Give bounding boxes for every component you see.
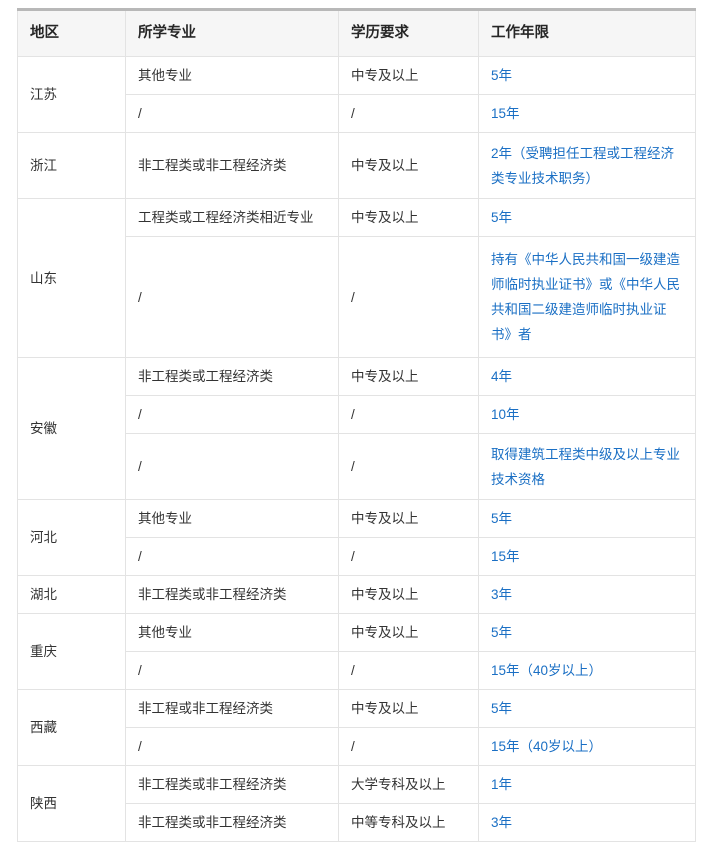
region-cell: 江苏 (17, 56, 126, 133)
region-cell: 山东 (17, 198, 126, 358)
table-row: 浙江 非工程类或非工程经济类 中专及以上 2年（受聘担任工程或工程经济类专业技术职务） (17, 132, 696, 199)
column-header-region: 地区 (17, 9, 126, 57)
region-cell: 陕西 (17, 765, 126, 842)
table-row: 安徽 非工程类或工程经济类 中专及以上 4年 (17, 357, 696, 500)
table-row: 山东 工程类或工程经济类相近专业 中专及以上 5年 (17, 198, 696, 358)
requirements-table: 地区 所学专业 学历要求 工作年限 江苏 其他专业 中专及以上 5年 //15年 浙江 非工… (17, 8, 696, 842)
major-cell: 工程类或工程经济类相近专业 (125, 198, 339, 237)
education-cell: / (338, 236, 479, 358)
region-cell: 浙江 (17, 132, 126, 199)
years-cell: 5年 (478, 56, 696, 95)
table-header: 地区 所学专业 学历要求 工作年限 (17, 9, 696, 57)
years-cell: 5年 (478, 689, 696, 728)
education-cell: 大学专科及以上 (338, 765, 479, 804)
years-cell: 15年（40岁以上） (478, 651, 696, 690)
region-cell: 安徽 (17, 357, 126, 500)
table-row: 江苏 其他专业 中专及以上 5年 (17, 56, 696, 133)
education-cell: 中专及以上 (338, 357, 479, 396)
major-cell: 非工程类或非工程经济类 (125, 575, 339, 614)
education-cell: / (338, 433, 479, 500)
page-root: 地区 所学专业 学历要求 工作年限 江苏 其他专业 中专及以上 5年 //15年 浙江 非工… (0, 0, 703, 847)
education-cell: 中专及以上 (338, 575, 479, 614)
major-cell: / (125, 433, 339, 500)
table-row: 湖北 非工程类或非工程经济类 中专及以上 3年 (17, 575, 696, 614)
years-cell: 5年 (478, 499, 696, 538)
table-row: 河北 其他专业 中专及以上 5年 (17, 499, 696, 576)
education-cell: / (338, 727, 479, 766)
major-cell: / (125, 395, 339, 434)
requirements-table-container: 地区 所学专业 学历要求 工作年限 江苏 其他专业 中专及以上 5年 //15年 浙江 非工… (17, 8, 696, 842)
major-cell: 非工程或非工程经济类 (125, 689, 339, 728)
major-cell: / (125, 236, 339, 358)
major-cell: 其他专业 (125, 613, 339, 652)
education-cell: 中专及以上 (338, 613, 479, 652)
years-cell: 10年 (478, 395, 696, 434)
table-body: 江苏 其他专业 中专及以上 5年 //15年 浙江 非工程类或非工程经济类 中专及以上 2年（受… (17, 56, 696, 842)
years-cell: 3年 (478, 803, 696, 842)
region-cell: 湖北 (17, 575, 126, 614)
major-cell: 其他专业 (125, 56, 339, 95)
education-cell: 中专及以上 (338, 56, 479, 95)
major-cell: / (125, 537, 339, 576)
major-cell: / (125, 727, 339, 766)
years-cell: 持有《中华人民共和国一级建造师临时执业证书》或《中华人民共和国二级建造师临时执业… (478, 236, 696, 358)
years-cell: 15年 (478, 537, 696, 576)
region-cell: 西藏 (17, 689, 126, 766)
region-cell: 重庆 (17, 613, 126, 690)
column-header-major: 所学专业 (125, 9, 339, 57)
table-row: 重庆 其他专业 中专及以上 5年 (17, 613, 696, 690)
table-header-row: 地区 所学专业 学历要求 工作年限 (17, 9, 696, 57)
years-cell: 5年 (478, 613, 696, 652)
major-cell: 非工程类或非工程经济类 (125, 132, 339, 199)
years-cell: 2年（受聘担任工程或工程经济类专业技术职务） (478, 132, 696, 199)
major-cell: / (125, 94, 339, 133)
years-cell: 4年 (478, 357, 696, 396)
years-cell: 1年 (478, 765, 696, 804)
years-cell: 取得建筑工程类中级及以上专业技术资格 (478, 433, 696, 500)
region-cell: 河北 (17, 499, 126, 576)
education-cell: / (338, 395, 479, 434)
education-cell: 中专及以上 (338, 198, 479, 237)
education-cell: / (338, 537, 479, 576)
major-cell: 其他专业 (125, 499, 339, 538)
education-cell: / (338, 94, 479, 133)
major-cell: 非工程类或非工程经济类 (125, 803, 339, 842)
column-header-education: 学历要求 (338, 9, 479, 57)
education-cell: / (338, 651, 479, 690)
major-cell: 非工程类或工程经济类 (125, 357, 339, 396)
education-cell: 中专及以上 (338, 689, 479, 728)
years-cell: 3年 (478, 575, 696, 614)
education-cell: 中等专科及以上 (338, 803, 479, 842)
major-cell: / (125, 651, 339, 690)
years-cell: 5年 (478, 198, 696, 237)
education-cell: 中专及以上 (338, 132, 479, 199)
education-cell: 中专及以上 (338, 499, 479, 538)
years-cell: 15年 (478, 94, 696, 133)
table-row: 陕西 非工程类或非工程经济类 大学专科及以上 1年 (17, 765, 696, 842)
years-cell: 15年（40岁以上） (478, 727, 696, 766)
table-row: 西藏 非工程或非工程经济类 中专及以上 5年 (17, 689, 696, 766)
major-cell: 非工程类或非工程经济类 (125, 765, 339, 804)
column-header-years: 工作年限 (478, 9, 696, 57)
